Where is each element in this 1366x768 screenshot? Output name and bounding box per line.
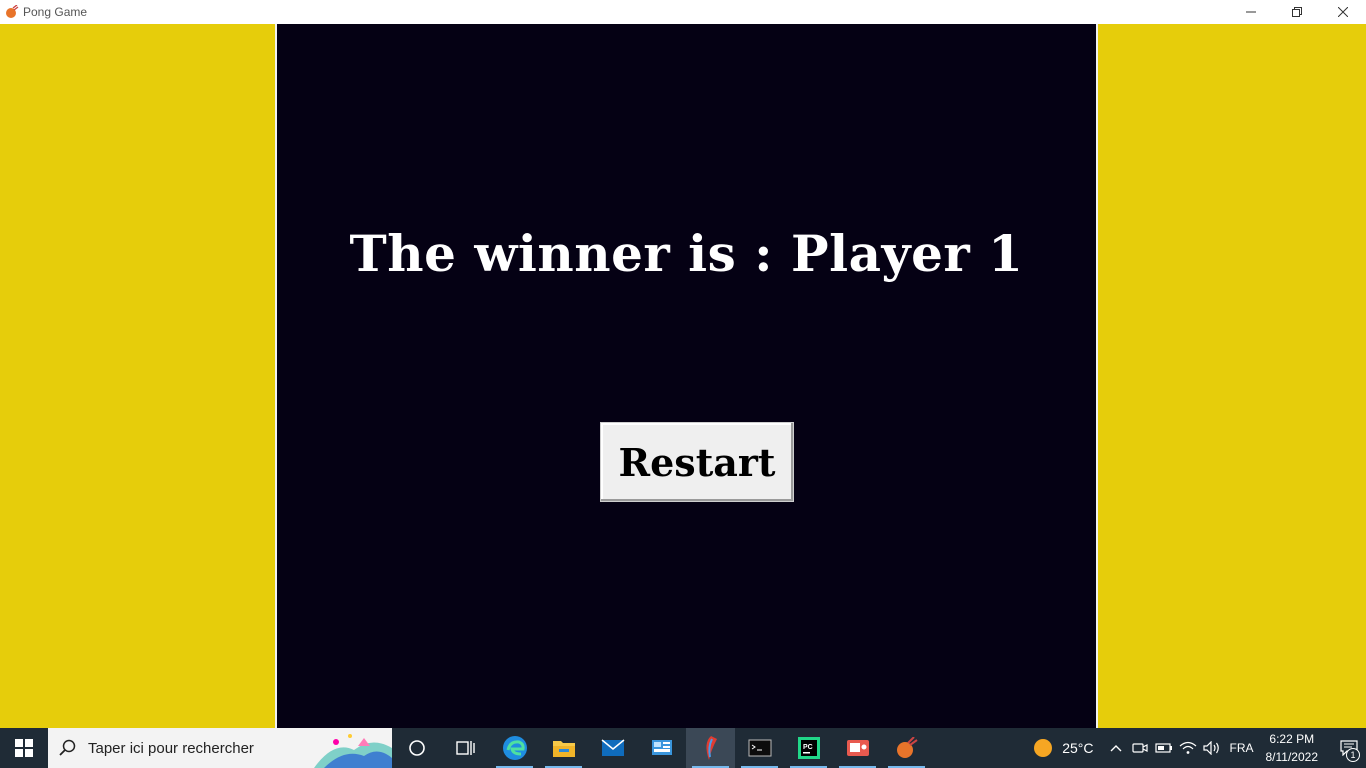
edge-icon [502,736,527,760]
taskbar-app-mail[interactable] [588,728,637,768]
battery-button[interactable] [1152,728,1176,768]
wifi-icon [1179,741,1196,754]
battery-icon [1154,743,1172,753]
right-side-panel [1098,24,1366,728]
notification-count-badge: 1 [1346,748,1360,762]
chevron-up-icon [1110,745,1121,752]
weather-widget[interactable]: 25°C [1034,739,1094,757]
search-highlight-illustration-icon [314,734,392,768]
taskbar-app-edge[interactable] [490,728,539,768]
taskbar-search-box[interactable]: Taper ici pour rechercher [48,728,392,768]
clock-time: 6:22 PM [1269,732,1315,746]
windows-logo-icon [15,739,33,757]
taskbar-app-pycharm[interactable]: PC [784,728,833,768]
pong-app-icon [4,4,20,20]
minimize-icon [1246,11,1256,13]
pycharm-icon: PC [797,737,820,759]
task-view-button[interactable] [441,728,490,768]
sun-icon [1034,739,1053,757]
window-controls [1228,0,1366,24]
task-view-icon [455,741,475,755]
restore-button[interactable] [1274,0,1320,24]
restart-button[interactable]: Restart [600,422,794,502]
screen-recorder-icon [846,740,869,756]
network-button[interactable] [1176,728,1200,768]
taskbar-clock[interactable]: 6:22 PM 8/11/2022 [1266,730,1319,766]
control-panel-icon [651,740,672,755]
meet-now-button[interactable] [1128,728,1152,768]
taskbar-app-pong[interactable] [882,728,931,768]
system-tray: 25°C FRA 6:22 PM 8/11/2022 1 [1034,728,1366,768]
close-icon [1338,7,1348,17]
taskbar-app-control-panel[interactable] [637,728,686,768]
winner-message: The winner is : Player 1 [349,224,1024,283]
weather-temperature: 25°C [1062,740,1094,756]
volume-button[interactable] [1200,728,1224,768]
taskbar-app-file-explorer[interactable] [539,728,588,768]
restore-icon [1292,7,1302,17]
window-title: Pong Game [23,5,88,19]
taskbar-app-python[interactable] [686,728,735,768]
cortana-button[interactable] [392,728,441,768]
show-hidden-icons-button[interactable] [1104,728,1128,768]
close-button[interactable] [1320,0,1366,24]
taskbar: Taper ici pour rechercher PC 25°C FRA 6:… [0,728,1366,768]
minimize-button[interactable] [1228,0,1274,24]
file-explorer-icon [552,741,575,757]
left-side-panel [0,24,275,728]
title-bar: Pong Game [0,0,1366,24]
meet-now-icon [1131,743,1148,753]
terminal-icon [748,739,771,757]
pong-taskbar-icon [896,737,918,758]
start-button[interactable] [0,728,48,768]
cortana-icon [408,740,425,756]
action-center-button[interactable]: 1 [1332,728,1366,768]
mail-icon [601,739,624,756]
taskbar-app-screen-recorder[interactable] [833,728,882,768]
python-feather-icon [705,736,717,760]
game-canvas: The winner is : Player 1 Restart [275,24,1098,728]
search-icon [48,728,88,768]
clock-date: 8/11/2022 [1265,750,1319,764]
search-placeholder: Taper ici pour rechercher [88,739,254,757]
taskbar-app-terminal[interactable] [735,728,784,768]
svg-text:PC: PC [803,744,813,751]
input-language-indicator[interactable]: FRA [1230,741,1254,755]
speaker-icon [1202,741,1219,755]
